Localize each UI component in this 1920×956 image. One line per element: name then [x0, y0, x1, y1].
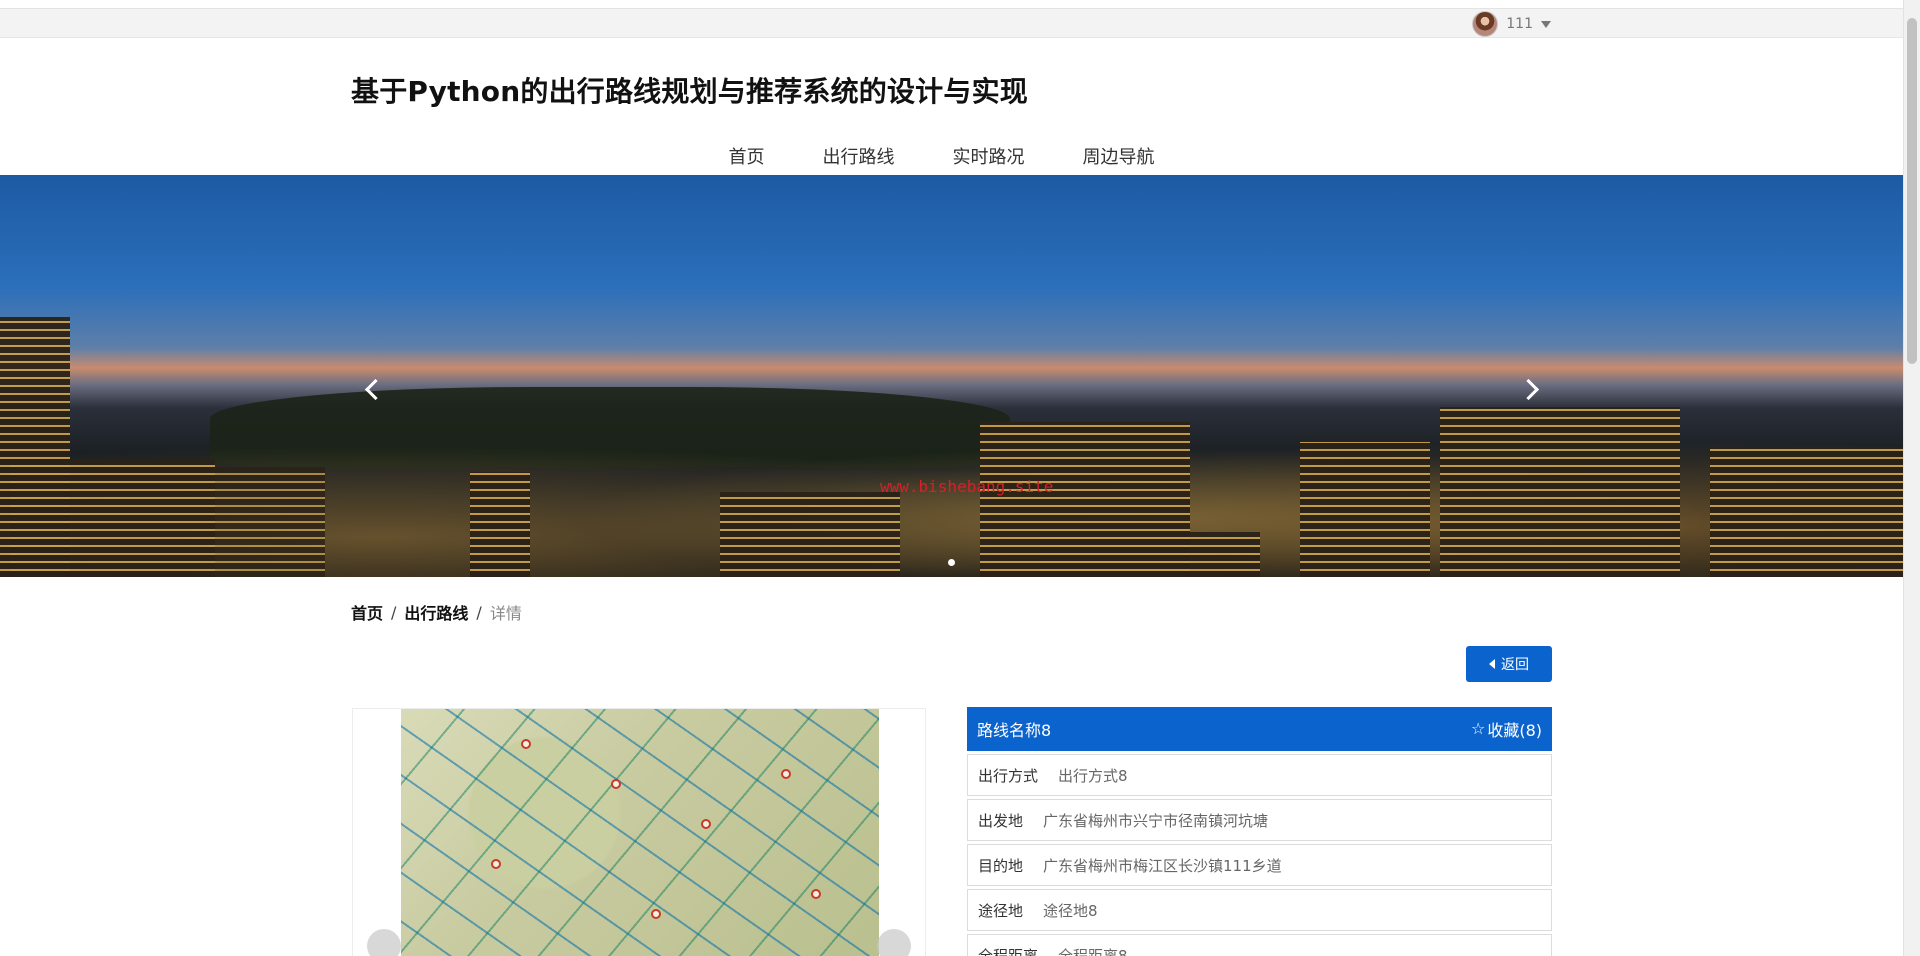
favorite-label: 收藏(8)	[1487, 721, 1542, 740]
detail-row: 目的地 广东省梅州市梅江区长沙镇111乡道	[967, 844, 1552, 886]
back-button-label: 返回	[1501, 657, 1529, 673]
back-button[interactable]: 返回	[1466, 646, 1552, 682]
detail-label: 出发地	[978, 811, 1024, 830]
nav-item-traffic[interactable]: 实时路况	[924, 142, 1054, 174]
banner-building	[1300, 442, 1430, 577]
user-topbar: 111	[0, 8, 1903, 38]
map-station-marker	[491, 859, 501, 869]
banner-carousel: www.bishebang.site	[0, 175, 1903, 577]
map-station-marker	[781, 769, 791, 779]
map-station-marker	[521, 739, 531, 749]
detail-row: 出行方式 出行方式8	[967, 754, 1552, 796]
map-station-marker	[811, 889, 821, 899]
banner-building	[10, 459, 215, 577]
detail-value: 广东省梅州市兴宁市径南镇河坑塘	[1043, 811, 1269, 830]
detail-label: 全程距离	[978, 946, 1039, 956]
page: 111 基于Python的出行路线规划与推荐系统的设计与实现 首页 出行路线 实…	[0, 0, 1920, 956]
username[interactable]: 111	[1506, 16, 1533, 32]
carousel-indicator[interactable]	[948, 559, 955, 566]
nav-item-nearby[interactable]: 周边导航	[1054, 142, 1184, 174]
route-name: 路线名称8	[977, 721, 1052, 740]
detail-row: 全程距离 全程距离8	[967, 934, 1552, 956]
breadcrumb-current: 详情	[489, 604, 522, 623]
image-prev-button[interactable]	[367, 929, 401, 956]
detail-row: 出发地 广东省梅州市兴宁市径南镇河坑塘	[967, 799, 1552, 841]
route-map-image	[401, 709, 879, 956]
banner-building	[1040, 532, 1260, 577]
favorite-button[interactable]: ☆ 收藏(8)	[1471, 717, 1542, 741]
map-station-marker	[651, 909, 661, 919]
site-title: 基于Python的出行路线规划与推荐系统的设计与实现	[351, 75, 1028, 108]
banner-building	[470, 472, 530, 577]
banner-building	[720, 492, 900, 577]
user-menu[interactable]: 111	[1472, 11, 1551, 37]
image-next-button[interactable]	[877, 929, 911, 956]
breadcrumb: 首页 / 出行路线 / 详情	[351, 600, 522, 624]
scrollbar-thumb[interactable]	[1907, 18, 1917, 364]
breadcrumb-separator: /	[391, 602, 397, 622]
banner-building	[1710, 447, 1903, 577]
breadcrumb-routes[interactable]: 出行路线	[404, 600, 468, 624]
page-scrollbar[interactable]	[1903, 0, 1920, 956]
detail-value: 出行方式8	[1058, 766, 1128, 785]
detail-label: 目的地	[978, 856, 1024, 875]
detail-value: 广东省梅州市梅江区长沙镇111乡道	[1043, 856, 1282, 875]
chevron-down-icon[interactable]	[1541, 20, 1551, 28]
route-detail-panel: 路线名称8 ☆ 收藏(8) 出行方式 出行方式8 出发地 广东省梅州市兴宁市径南…	[967, 707, 1552, 956]
main-nav: 首页 出行路线 实时路况 周边导航	[0, 142, 1903, 174]
detail-value: 全程距离8	[1058, 946, 1128, 956]
banner-watermark: www.bishebang.site	[880, 477, 1054, 496]
breadcrumb-separator: /	[476, 602, 482, 622]
route-image-carousel	[352, 708, 926, 956]
caret-left-icon	[1489, 659, 1495, 669]
detail-label: 出行方式	[978, 766, 1039, 785]
nav-item-home[interactable]: 首页	[700, 142, 794, 174]
star-icon: ☆	[1470, 719, 1486, 738]
map-station-marker	[611, 779, 621, 789]
route-detail-header: 路线名称8 ☆ 收藏(8)	[967, 707, 1552, 751]
banner-building	[1440, 407, 1680, 577]
nav-item-routes[interactable]: 出行路线	[794, 142, 924, 174]
carousel-prev-button[interactable]	[355, 369, 395, 409]
detail-label: 途径地	[978, 901, 1024, 920]
detail-row: 途径地 途径地8	[967, 889, 1552, 931]
map-station-marker	[701, 819, 711, 829]
avatar[interactable]	[1472, 11, 1499, 37]
breadcrumb-home[interactable]: 首页	[351, 600, 383, 624]
banner-building	[215, 467, 325, 577]
detail-value: 途径地8	[1043, 901, 1098, 920]
carousel-next-button[interactable]	[1508, 369, 1548, 409]
